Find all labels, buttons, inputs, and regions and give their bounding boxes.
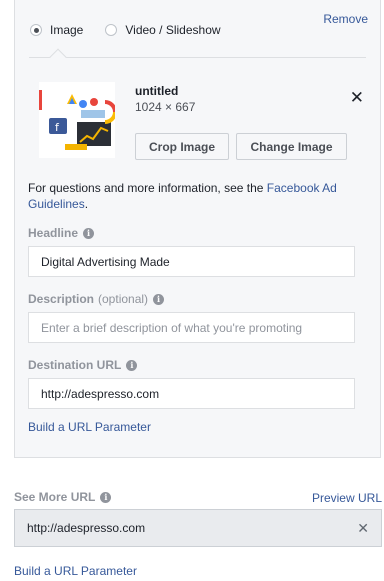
tab-pointer	[49, 48, 67, 66]
image-name: untitled	[135, 84, 179, 98]
remove-link[interactable]: Remove	[323, 12, 368, 26]
change-image-button[interactable]: Change Image	[236, 133, 347, 160]
info-icon[interactable]: i	[100, 491, 112, 503]
info-icon[interactable]: i	[126, 359, 138, 371]
clear-icon[interactable]: ✕	[357, 520, 369, 537]
image-dimensions: 1024 × 667	[135, 100, 196, 114]
see-more-build-url-parameter-link[interactable]: Build a URL Parameter	[14, 564, 137, 578]
destination-url-input[interactable]: http://adespresso.com	[28, 378, 355, 409]
guidelines-text: For questions and more information, see …	[28, 181, 337, 211]
see-more-url-input[interactable]: http://adespresso.com ✕	[14, 509, 382, 547]
build-url-parameter-link[interactable]: Build a URL Parameter	[28, 420, 151, 434]
preview-url-link[interactable]: Preview URL	[312, 491, 382, 505]
format-image-label[interactable]: Image	[50, 23, 83, 37]
creative-panel: Remove Image Video / Slideshow f untitle…	[14, 0, 381, 458]
description-input[interactable]: Enter a brief description of what you're…	[28, 312, 355, 343]
image-thumbnail: f	[39, 82, 115, 158]
close-icon[interactable]: ✕	[350, 88, 364, 108]
destination-url-label: Destination URL i	[28, 358, 138, 372]
description-label: Description (optional) i	[28, 292, 165, 306]
info-icon[interactable]: i	[153, 293, 165, 305]
crop-image-button[interactable]: Crop Image	[135, 133, 229, 160]
tab-divider	[29, 57, 366, 58]
radio-video-slideshow[interactable]	[105, 24, 118, 36]
format-selector: Image Video / Slideshow	[30, 23, 243, 37]
radio-image[interactable]	[30, 24, 42, 36]
headline-input[interactable]: Digital Advertising Made	[28, 246, 355, 277]
format-video-label[interactable]: Video / Slideshow	[125, 23, 220, 37]
see-more-url-label: See More URL i	[14, 490, 112, 504]
headline-label: Headline i	[28, 226, 95, 240]
see-more-url-value: http://adespresso.com	[27, 521, 146, 535]
radio-selected-dot	[33, 27, 39, 33]
info-icon[interactable]: i	[83, 227, 95, 239]
